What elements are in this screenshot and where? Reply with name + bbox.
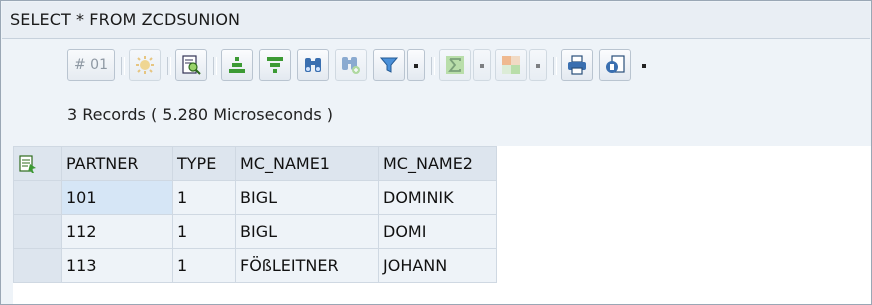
row-selector[interactable]: [13, 248, 62, 283]
sort-descending-button[interactable]: [259, 49, 291, 81]
toolbar-separator: [553, 57, 557, 75]
subtotal-dropdown-button[interactable]: [529, 49, 547, 81]
table-cell[interactable]: 101: [61, 180, 173, 215]
table-cell[interactable]: 1: [172, 248, 236, 283]
table-cell[interactable]: 112: [61, 214, 173, 249]
export-button[interactable]: [599, 49, 631, 81]
header-row: PARTNER TYPE MC_NAME1 MC_NAME2: [13, 146, 497, 181]
sum-dropdown-icon: [478, 61, 486, 69]
table-row: 113 1 FÖßLEITNER JOHANN: [13, 248, 497, 283]
status-bar: 3 Records ( 5.280 Microseconds ): [59, 97, 871, 131]
filter-icon: [378, 54, 400, 76]
toolbar-separator: [121, 57, 125, 75]
find-next-button[interactable]: [335, 49, 367, 81]
filter-button[interactable]: [373, 49, 405, 81]
table-cell[interactable]: 1: [172, 214, 236, 249]
table-cell[interactable]: 1: [172, 180, 236, 215]
toolbar: # 01: [59, 45, 871, 89]
column-header-mc-name1[interactable]: MC_NAME1: [235, 146, 379, 181]
select-all-icon: [18, 154, 57, 174]
sum-button[interactable]: [439, 49, 471, 81]
result-grid: PARTNER TYPE MC_NAME1 MC_NAME2 101 1 BIG…: [13, 146, 871, 304]
find-icon: [302, 54, 324, 76]
column-header-mc-name2[interactable]: MC_NAME2: [378, 146, 497, 181]
subtotal-icon: [500, 54, 522, 76]
sum-dropdown-button[interactable]: [473, 49, 491, 81]
settings-button[interactable]: [129, 49, 161, 81]
details-button[interactable]: [175, 49, 207, 81]
print-icon: [566, 54, 588, 76]
table-cell[interactable]: JOHANN: [378, 248, 497, 283]
sort-ascending-button[interactable]: [221, 49, 253, 81]
window-title: SELECT * FROM ZCDSUNION: [10, 10, 241, 29]
table-cell[interactable]: 113: [61, 248, 173, 283]
result-table: PARTNER TYPE MC_NAME1 MC_NAME2 101 1 BIG…: [13, 146, 497, 283]
find-next-icon: [340, 54, 362, 76]
print-button[interactable]: [561, 49, 593, 81]
subtotal-button[interactable]: [495, 49, 527, 81]
row-selector[interactable]: [13, 214, 62, 249]
toolbar-separator: [213, 57, 217, 75]
table-cell[interactable]: DOMINIK: [378, 180, 497, 215]
table-row: 101 1 BIGL DOMINIK: [13, 180, 497, 215]
export-dropdown-button[interactable]: [635, 49, 653, 81]
subtotal-dropdown-icon: [534, 61, 542, 69]
table-cell[interactable]: BIGL: [235, 180, 379, 215]
record-count-text: 3 Records ( 5.280 Microseconds ): [67, 105, 333, 124]
export-dropdown-icon: [640, 61, 648, 69]
table-cell[interactable]: BIGL: [235, 214, 379, 249]
title-bar: SELECT * FROM ZCDSUNION: [2, 2, 870, 39]
column-header-type[interactable]: TYPE: [172, 146, 236, 181]
export-icon: [604, 54, 626, 76]
find-button[interactable]: [297, 49, 329, 81]
toolbar-separator: [167, 57, 171, 75]
filter-dropdown-icon: [412, 61, 420, 69]
sort-ascending-icon: [226, 54, 248, 76]
row-selector[interactable]: [13, 180, 62, 215]
settings-icon: [134, 54, 156, 76]
filter-dropdown-button[interactable]: [407, 49, 425, 81]
sort-descending-icon: [264, 54, 286, 76]
column-header-partner[interactable]: PARTNER: [61, 146, 173, 181]
table-cell[interactable]: FÖßLEITNER: [235, 248, 379, 283]
sum-icon: [444, 54, 466, 76]
select-all-cell[interactable]: [13, 146, 62, 181]
details-icon: [180, 54, 202, 76]
layout-number-button[interactable]: # 01: [67, 49, 115, 81]
table-cell[interactable]: DOMI: [378, 214, 497, 249]
table-row: 112 1 BIGL DOMI: [13, 214, 497, 249]
result-window: SELECT * FROM ZCDSUNION # 01 3 Records (…: [0, 0, 872, 305]
toolbar-separator: [431, 57, 435, 75]
